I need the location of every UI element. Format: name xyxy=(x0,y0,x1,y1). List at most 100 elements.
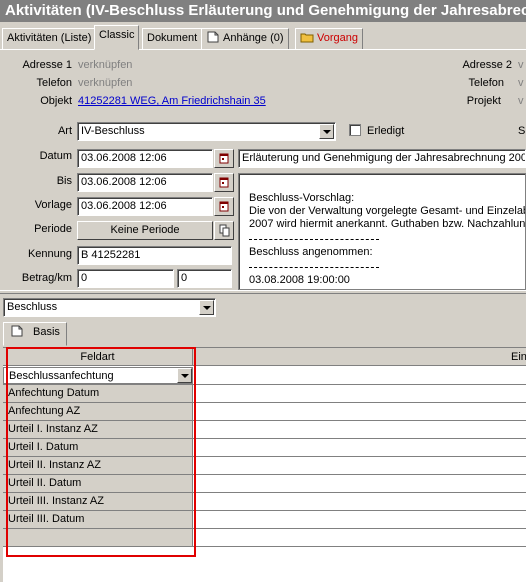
adresse2-label: Adresse 2 xyxy=(462,59,512,71)
tab-label: Basis xyxy=(33,326,60,338)
calendar-button[interactable] xyxy=(214,197,234,216)
field-grid: Feldart Eing BeschlussanfechtungAnfechtu… xyxy=(3,347,526,582)
table-row[interactable]: Urteil III. Datum xyxy=(3,511,526,529)
table-row[interactable]: Urteil II. Instanz AZ xyxy=(3,457,526,475)
column-header-feldart[interactable]: Feldart xyxy=(3,348,193,366)
table-row[interactable]: Urteil I. Datum xyxy=(3,439,526,457)
eingabe-cell[interactable] xyxy=(194,367,526,384)
tab-label: Classic xyxy=(99,29,135,41)
eingabe-cell[interactable] xyxy=(194,511,526,528)
feldart-cell[interactable]: Beschlussanfechtung xyxy=(3,367,193,384)
tab-dokument[interactable]: Dokument xyxy=(142,28,203,49)
tab-vorgang[interactable]: Vorgang xyxy=(295,28,363,49)
vorlage-input[interactable]: 03.06.2008 12:06 xyxy=(77,197,213,216)
table-row[interactable] xyxy=(3,529,526,547)
eingabe-cell[interactable] xyxy=(194,439,526,456)
memo-separator xyxy=(249,267,379,268)
art-label: Art xyxy=(57,125,72,137)
table-row[interactable]: Beschlussanfechtung xyxy=(3,367,526,385)
tab-strip: Aktivitäten (Liste) Classic Dokument Anh… xyxy=(0,24,526,50)
section-select[interactable]: Beschluss xyxy=(3,298,216,317)
kennung-label: Kennung xyxy=(27,248,72,260)
adresse2-link[interactable]: v xyxy=(518,59,524,71)
telefon2-label: Telefon xyxy=(468,77,504,89)
splitter[interactable] xyxy=(0,290,526,294)
kennung-input[interactable]: B 41252281 xyxy=(77,246,232,265)
calendar-icon xyxy=(219,201,229,212)
feldart-cell[interactable]: Urteil III. Datum xyxy=(3,511,193,528)
objekt-label: Objekt xyxy=(40,95,72,107)
tab-classic[interactable]: Classic xyxy=(94,25,140,50)
calendar-button[interactable] xyxy=(214,173,234,192)
bis-label: Bis xyxy=(56,175,72,187)
chevron-down-icon[interactable] xyxy=(319,124,334,139)
tab-basis[interactable]: Basis xyxy=(3,322,67,346)
grid-header: Feldart Eing xyxy=(3,348,526,366)
calendar-icon xyxy=(219,177,229,188)
memo-line: 2007 wird hiermit anerkannt. Guthaben bz… xyxy=(249,218,526,230)
tab-label: Vorgang xyxy=(317,32,358,44)
feldart-cell[interactable]: Anfechtung Datum xyxy=(3,385,193,402)
memo-line: Die von der Verwaltung vorgelegte Gesamt… xyxy=(249,205,526,217)
projekt-label: Projekt xyxy=(466,95,501,107)
memo-separator xyxy=(249,239,379,240)
projekt-link[interactable]: v xyxy=(518,95,524,107)
feldart-cell[interactable] xyxy=(3,529,193,546)
tab-label: Dokument xyxy=(147,32,198,44)
table-row[interactable]: Urteil II. Datum xyxy=(3,475,526,493)
objekt-link[interactable]: 41252281 WEG, Am Friedrichshain 35 xyxy=(78,95,266,107)
feldart-cell[interactable]: Urteil II. Datum xyxy=(3,475,193,492)
chevron-down-icon[interactable] xyxy=(177,368,192,383)
eingabe-cell[interactable] xyxy=(194,385,526,402)
table-row[interactable]: Anfechtung Datum xyxy=(3,385,526,403)
tab-anhaenge[interactable]: Anhänge (0) xyxy=(201,28,289,49)
page-icon xyxy=(206,31,220,43)
memo-line: Beschluss angenommen: xyxy=(249,246,373,258)
keine-periode-button[interactable]: Keine Periode xyxy=(77,221,213,240)
s-label: S xyxy=(518,125,526,137)
calendar-button[interactable] xyxy=(214,149,234,168)
adresse1-label: Adresse 1 xyxy=(22,59,72,71)
column-header-eing[interactable]: Eing xyxy=(511,348,526,366)
telefon-label: Telefon xyxy=(36,77,72,89)
eingabe-cell[interactable] xyxy=(194,475,526,492)
eingabe-cell[interactable] xyxy=(194,457,526,474)
feldart-cell[interactable]: Urteil I. Datum xyxy=(3,439,193,456)
art-select[interactable]: IV-Beschluss xyxy=(77,122,336,141)
copy-icon xyxy=(219,224,230,237)
section-select-value: Beschluss xyxy=(7,301,58,313)
telefon2-link[interactable]: v xyxy=(518,77,524,89)
eingabe-cell[interactable] xyxy=(194,529,526,546)
vorlage-label: Vorlage xyxy=(34,199,72,211)
betrag-label: Betrag/km xyxy=(21,272,72,284)
tab-label: Anhänge (0) xyxy=(223,32,284,44)
copy-button[interactable] xyxy=(214,221,234,240)
window-title: Aktivitäten (IV-Beschluss Erläuterung un… xyxy=(0,0,526,22)
table-row[interactable]: Anfechtung AZ xyxy=(3,403,526,421)
feldart-cell[interactable]: Anfechtung AZ xyxy=(3,403,193,420)
table-row[interactable]: Urteil I. Instanz AZ xyxy=(3,421,526,439)
betrag-input-2[interactable]: 0 xyxy=(177,269,232,288)
feldart-cell[interactable]: Urteil III. Instanz AZ xyxy=(3,493,193,510)
adresse1-link[interactable]: verknüpfen xyxy=(78,59,132,71)
bis-input[interactable]: 03.06.2008 12:06 xyxy=(77,173,213,192)
datum-label: Datum xyxy=(39,150,72,162)
telefon-link[interactable]: verknüpfen xyxy=(78,77,132,89)
feldart-cell[interactable]: Urteil I. Instanz AZ xyxy=(3,421,193,438)
betreff-input[interactable]: Erläuterung und Genehmigung der Jahresab… xyxy=(238,149,526,168)
betrag-input-1[interactable]: 0 xyxy=(77,269,174,288)
tab-label: Aktivitäten (Liste) xyxy=(7,32,92,44)
memo-textarea[interactable]: Beschluss-Vorschlag: Die von der Verwalt… xyxy=(238,173,526,290)
table-row[interactable]: Urteil III. Instanz AZ xyxy=(3,493,526,511)
memo-line: 03.08.2008 19:00:00 xyxy=(249,274,350,286)
page-icon xyxy=(10,325,24,337)
feldart-cell[interactable]: Urteil II. Instanz AZ xyxy=(3,457,193,474)
chevron-down-icon[interactable] xyxy=(199,300,214,315)
erledigt-checkbox[interactable] xyxy=(349,124,361,136)
tab-aktivitaeten-liste[interactable]: Aktivitäten (Liste) xyxy=(2,28,97,49)
eingabe-cell[interactable] xyxy=(194,421,526,438)
datum-input[interactable]: 03.06.2008 12:06 xyxy=(77,149,213,168)
eingabe-cell[interactable] xyxy=(194,493,526,510)
memo-line: Beschluss-Vorschlag: xyxy=(249,192,355,204)
eingabe-cell[interactable] xyxy=(194,403,526,420)
